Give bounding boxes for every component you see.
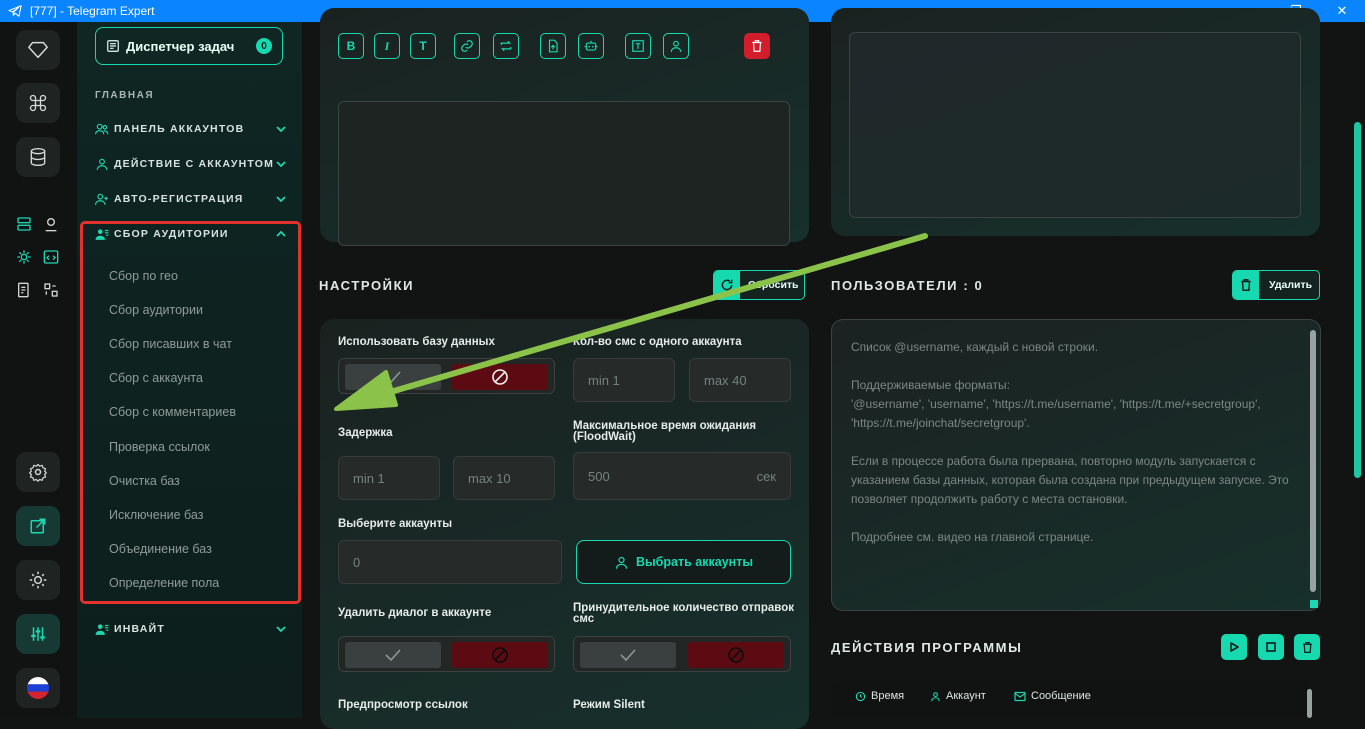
- annotation-arrow: [334, 233, 928, 411]
